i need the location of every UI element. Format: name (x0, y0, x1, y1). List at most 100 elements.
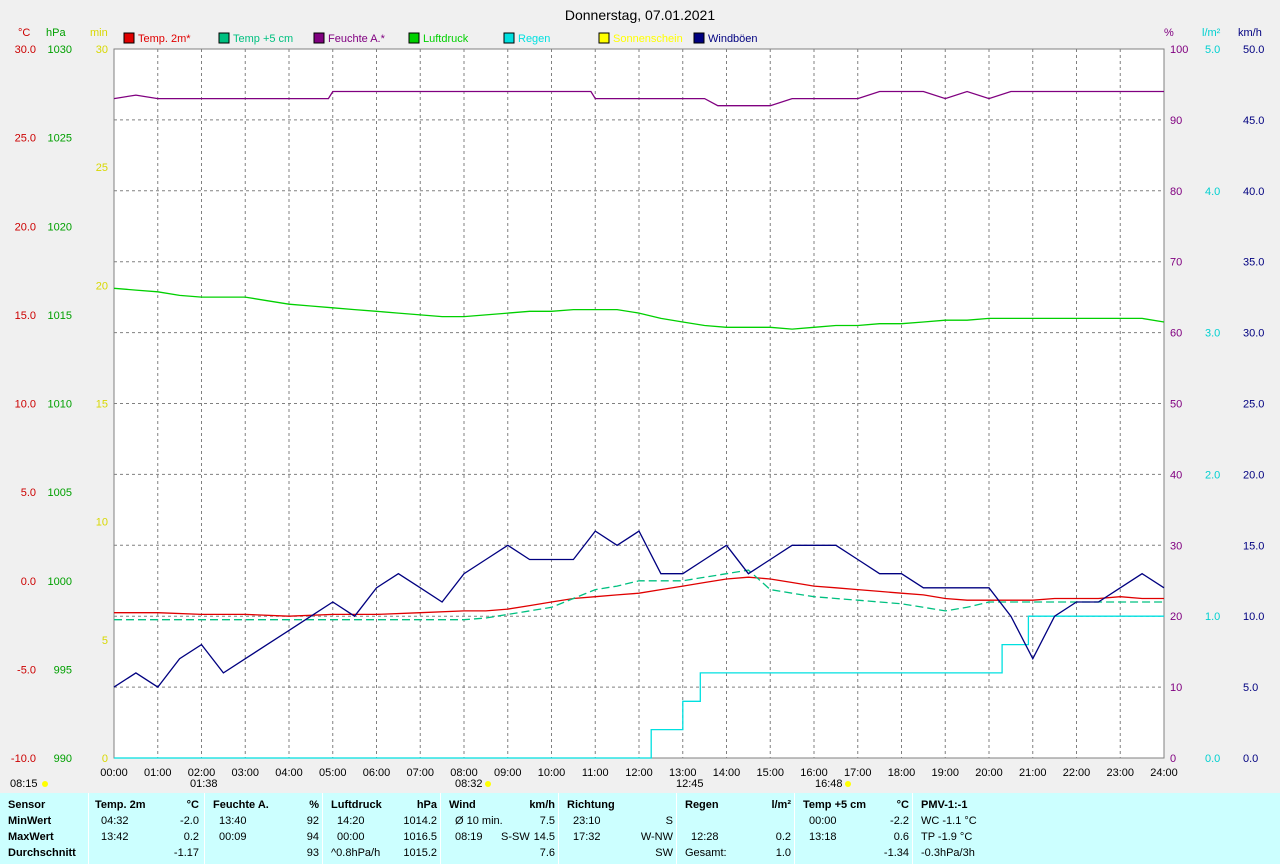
chart-canvas: 00:00 01:00 02:00 03:00 04:00 05:00 06:00 07:00… (0, 0, 1280, 793)
stats-row-max: MaxWert (8, 831, 54, 843)
lm2-axis-tick: 3.0 (1205, 328, 1220, 340)
min-axis-tick: 25 (96, 162, 108, 174)
stats-temp2m-max-val: 0.2 (183, 831, 199, 843)
stats-richtung-time1: 23:10 (573, 815, 601, 827)
x-tick-label: 05:00 (319, 767, 347, 779)
hpa-axis-tick: 1000 (48, 576, 72, 588)
x-tick-label: 09:00 (494, 767, 522, 779)
kmh-axis-tick: 5.0 (1243, 682, 1258, 694)
min-axis-tick: 30 (96, 44, 108, 56)
x-tick-label: 07:00 (406, 767, 434, 779)
min-unit: min (90, 27, 108, 39)
temp-axis-tick: 20.0 (15, 221, 36, 233)
stats-col-temp5cm: Temp +5 cm °C 00:00 -2.2 13:18 0.6 -1.34 (794, 793, 913, 864)
x-tick-label: 10:00 (538, 767, 566, 779)
temp-axis-tick: 10.0 (15, 399, 36, 411)
kmh-axis-tick: 30.0 (1243, 328, 1264, 340)
stats-temp5cm-max-val: 0.6 (893, 831, 909, 843)
x-tick-label: 12:00 (625, 767, 653, 779)
stats-pmv-header: PMV-1:-1 (921, 799, 968, 811)
kmh-axis-tick: 15.0 (1243, 540, 1264, 552)
legend-swatch (408, 32, 420, 44)
legend: Temp. 2m* Temp +5 cm Feuchte A.* Luftdruck R… (123, 32, 758, 45)
hpa-axis-tick: 1025 (48, 133, 72, 145)
stats-feuchte-max-time: 00:09 (219, 831, 247, 843)
min-axis-tick: 10 (96, 517, 108, 529)
stats-wind-avg-val: 7.5 (539, 815, 555, 827)
temp-axis-tick: 5.0 (21, 487, 36, 499)
x-tick-label: 23:00 (1106, 767, 1134, 779)
x-tick-label: 21:00 (1019, 767, 1047, 779)
stats-row-min: MinWert (8, 815, 52, 827)
stats-feuchte-avg: 93 (306, 847, 319, 859)
x-tick-label: 18:00 (888, 767, 916, 779)
hpa-unit: hPa (46, 27, 66, 39)
x-tick-label: 22:00 (1063, 767, 1091, 779)
stats-temp2m-unit: °C (186, 799, 199, 811)
stats-col-richtung: Richtung 23:10 S 17:32 W-NW SW (558, 793, 677, 864)
stats-pmv-wc: WC -1.1 °C (921, 815, 977, 827)
stats-temp5cm-header: Temp +5 cm (803, 799, 867, 811)
marker-sunset: 16:48 (815, 778, 843, 790)
marker-sunrise-left: 08:15 (10, 778, 38, 790)
x-tick-label: 24:00 (1150, 767, 1178, 779)
x-tick-label: 17:00 (844, 767, 872, 779)
percent-axis-tick: 50 (1170, 399, 1182, 411)
stats-temp2m-min-val: -2.0 (180, 815, 199, 827)
legend-label: Sonnenschein (613, 33, 683, 45)
temp-unit: °C (18, 27, 30, 39)
stats-col-temp2m: Temp. 2m °C 04:32 -2.0 13:42 0.2 -1.17 (88, 793, 205, 864)
x-tick-label: 20:00 (975, 767, 1003, 779)
stats-wind-avg-label: Ø 10 min. (455, 815, 503, 827)
kmh-axis-tick: 20.0 (1243, 469, 1264, 481)
x-tick-label: 00:00 (100, 767, 128, 779)
stats-richtung-time2: 17:32 (573, 831, 601, 843)
stats-richtung-header: Richtung (567, 799, 615, 811)
temp-axis-tick: 0.0 (21, 576, 36, 588)
legend-swatch (503, 32, 515, 44)
stats-regen-max-val: 0.2 (775, 831, 791, 843)
stats-pmv-tp: TP -1.9 °C (921, 831, 973, 843)
stats-richtung-dir2: W-NW (640, 831, 673, 843)
stats-temp2m-min-time: 04:32 (101, 815, 129, 827)
stats-wind-unit: km/h (529, 799, 555, 811)
kmh-axis-tick: 10.0 (1243, 611, 1264, 623)
stats-temp5cm-min-val: -2.2 (890, 815, 909, 827)
stats-luftdruck-header: Luftdruck (331, 799, 382, 811)
legend-swatch (693, 32, 705, 44)
x-tick-label: 11:00 (582, 767, 609, 779)
stats-temp5cm-max-time: 13:18 (809, 831, 837, 843)
stats-temp2m-max-time: 13:42 (101, 831, 129, 843)
stats-regen-total-label: Gesamt: (685, 847, 727, 859)
stats-feuchte-unit: % (309, 799, 319, 811)
stats-row-avg: Durchschnitt (8, 847, 76, 859)
stats-luftdruck-trend: ^0.8hPa/h (331, 847, 381, 859)
stats-panel: Sensor MinWert MaxWert Durchschnitt Temp… (0, 793, 1280, 864)
legend-label: Regen (518, 33, 550, 45)
hpa-axis-tick: 1020 (48, 221, 72, 233)
x-tick-label: 06:00 (363, 767, 391, 779)
hpa-axis-tick: 990 (54, 753, 72, 765)
stats-wind-header: Wind (449, 799, 476, 811)
legend-label: Temp +5 cm (233, 33, 293, 45)
stats-temp5cm-unit: °C (896, 799, 909, 811)
legend-label: Windböen (708, 33, 758, 45)
sun-icon (845, 781, 851, 787)
stats-luftdruck-max-time: 00:00 (337, 831, 365, 843)
kmh-unit: km/h (1238, 27, 1262, 39)
stats-luftdruck-min-time: 14:20 (337, 815, 365, 827)
stats-col-feuchte: Feuchte A. % 13:40 92 00:09 94 93 (204, 793, 323, 864)
temp-axis-tick: 25.0 (15, 133, 36, 145)
kmh-axis-tick: 0.0 (1243, 753, 1258, 765)
stats-col-wind: Wind km/h Ø 10 min. 7.5 08:19 S-SW 14.5 … (440, 793, 559, 864)
stats-col-luftdruck: Luftdruck hPa 14:20 1014.2 00:00 1016.5 … (322, 793, 441, 864)
percent-axis-tick: 100 (1170, 44, 1188, 56)
hpa-axis-tick: 1015 (48, 310, 72, 322)
stats-temp2m-header: Temp. 2m (95, 799, 146, 811)
stats-temp5cm-min-time: 00:00 (809, 815, 837, 827)
percent-axis-tick: 30 (1170, 540, 1182, 552)
percent-axis-tick: 90 (1170, 115, 1182, 127)
stats-col-pmv: PMV-1:-1 WC -1.1 °C TP -1.9 °C -0.3hPa/3… (912, 793, 1280, 864)
percent-axis-tick: 10 (1170, 682, 1182, 694)
stats-wind-avg: 7.6 (539, 847, 555, 859)
